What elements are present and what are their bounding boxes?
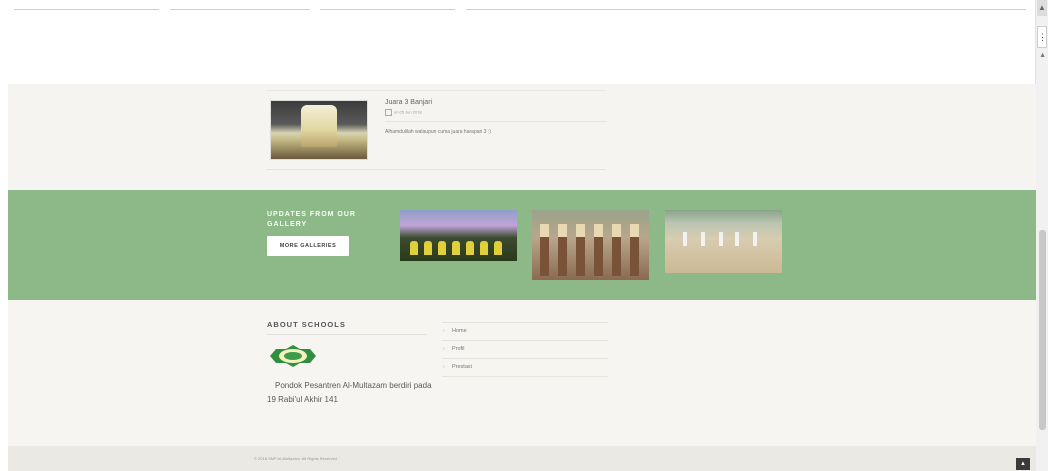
gallery-figure (719, 232, 723, 246)
gallery-figure (410, 241, 418, 255)
top-strip (0, 0, 1036, 84)
more-options-icon[interactable]: ⋮ (1037, 26, 1047, 48)
scroll-thumb[interactable] (1039, 230, 1046, 430)
more-galleries-button[interactable]: MORE GALLERIES (267, 236, 349, 256)
divider (266, 169, 606, 170)
footer-link-label[interactable]: Profil (452, 346, 465, 352)
news-date: on 05 Jun 2018 (385, 109, 422, 116)
divider (385, 121, 607, 122)
gallery-figure (735, 232, 739, 246)
scroll-arrow-icon: ▲ (1039, 52, 1046, 59)
back-to-top-button[interactable]: ▲ (1016, 458, 1030, 470)
gallery-figure (683, 232, 687, 246)
gallery-figure (438, 241, 446, 255)
page-footer: © 2018 SMP Al-Multazam. All Rights Reser… (8, 446, 1036, 471)
gallery-image-3[interactable] (665, 210, 782, 273)
gallery-section: UPDATES FROM OUR GALLERY MORE GALLERIES (8, 190, 1036, 300)
footer-link-label[interactable]: Prestasi (452, 364, 472, 370)
divider (466, 9, 1026, 10)
news-date-text: on 05 Jun 2018 (394, 109, 422, 115)
divider (170, 9, 310, 10)
school-logo (270, 345, 316, 367)
gallery-heading: UPDATES FROM OUR GALLERY (267, 211, 356, 228)
divider (266, 90, 606, 91)
divider (267, 334, 427, 335)
gallery-image-1[interactable] (400, 210, 517, 261)
gallery-figure (424, 241, 432, 255)
gallery-figure (701, 232, 705, 246)
gallery-figure (594, 224, 603, 276)
divider (320, 9, 455, 10)
footer-links: › Home › Profil › Prestasi (442, 322, 608, 377)
chevron-right-icon: › (443, 328, 445, 334)
browser-scrollbar[interactable]: ▲ ⋮ ▲ (1035, 0, 1048, 471)
news-image-subject (301, 105, 337, 147)
gallery-figure (558, 224, 567, 276)
news-excerpt: Alhamdulilah walaupun cuma juara harapan… (385, 129, 491, 135)
gallery-figure (612, 224, 621, 276)
news-thumbnail[interactable] (270, 100, 368, 160)
about-text: Pondok Pesantren Al-Multazam berdiri pad… (267, 381, 432, 404)
footer-link-profil[interactable]: › Profil (442, 341, 608, 359)
gallery-figure (480, 241, 488, 255)
gallery-figure (540, 224, 549, 276)
calendar-icon (385, 109, 392, 116)
gallery-figure (630, 224, 639, 276)
gallery-figure (494, 241, 502, 255)
chevron-right-icon: › (443, 346, 445, 352)
news-section: Juara 3 Banjari on 05 Jun 2018 Alhamduli… (8, 84, 1036, 190)
footer-link-prestasi[interactable]: › Prestasi (442, 359, 608, 377)
footer-link-home[interactable]: › Home (442, 323, 608, 341)
footer-link-label[interactable]: Home (452, 328, 467, 334)
divider (14, 9, 159, 10)
gallery-figure (753, 232, 757, 246)
chevron-up-icon: ▲ (1020, 461, 1026, 467)
copyright-text: © 2018 SMP Al-Multazam. All Rights Reser… (254, 456, 337, 461)
chevron-right-icon: › (443, 364, 445, 370)
news-title[interactable]: Juara 3 Banjari (385, 99, 432, 106)
gallery-figure (466, 241, 474, 255)
gallery-figure (452, 241, 460, 255)
scroll-up-icon[interactable]: ▲ (1037, 0, 1047, 16)
gallery-figure (576, 224, 585, 276)
about-title: ABOUT SCHOOLS (267, 320, 346, 329)
about-section: ABOUT SCHOOLS Pondok Pesantren Al-Multaz… (8, 300, 1036, 446)
gallery-image-2[interactable] (532, 210, 649, 280)
